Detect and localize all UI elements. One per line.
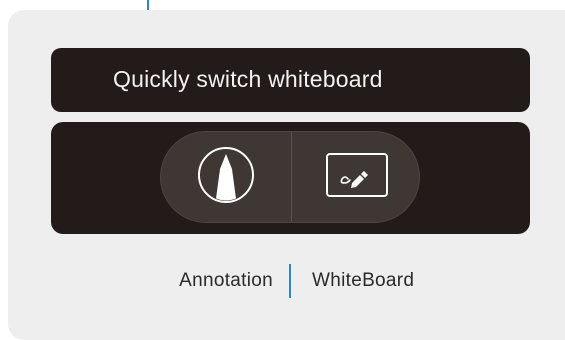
whiteboard-mode-button[interactable] bbox=[292, 132, 421, 222]
mode-toolbar bbox=[51, 122, 530, 234]
tooltip-banner: Quickly switch whiteboard bbox=[51, 48, 530, 112]
mode-labels: Annotation WhiteBoard bbox=[0, 264, 565, 298]
banner-text: Quickly switch whiteboard bbox=[113, 66, 383, 92]
pen-nib-icon bbox=[197, 146, 255, 209]
mode-toggle bbox=[160, 131, 420, 223]
annotation-label: Annotation bbox=[179, 270, 273, 291]
label-separator bbox=[289, 264, 291, 298]
whiteboard-label: WhiteBoard bbox=[312, 270, 415, 291]
annotation-mode-button[interactable] bbox=[161, 132, 290, 222]
whiteboard-icon bbox=[325, 152, 388, 202]
